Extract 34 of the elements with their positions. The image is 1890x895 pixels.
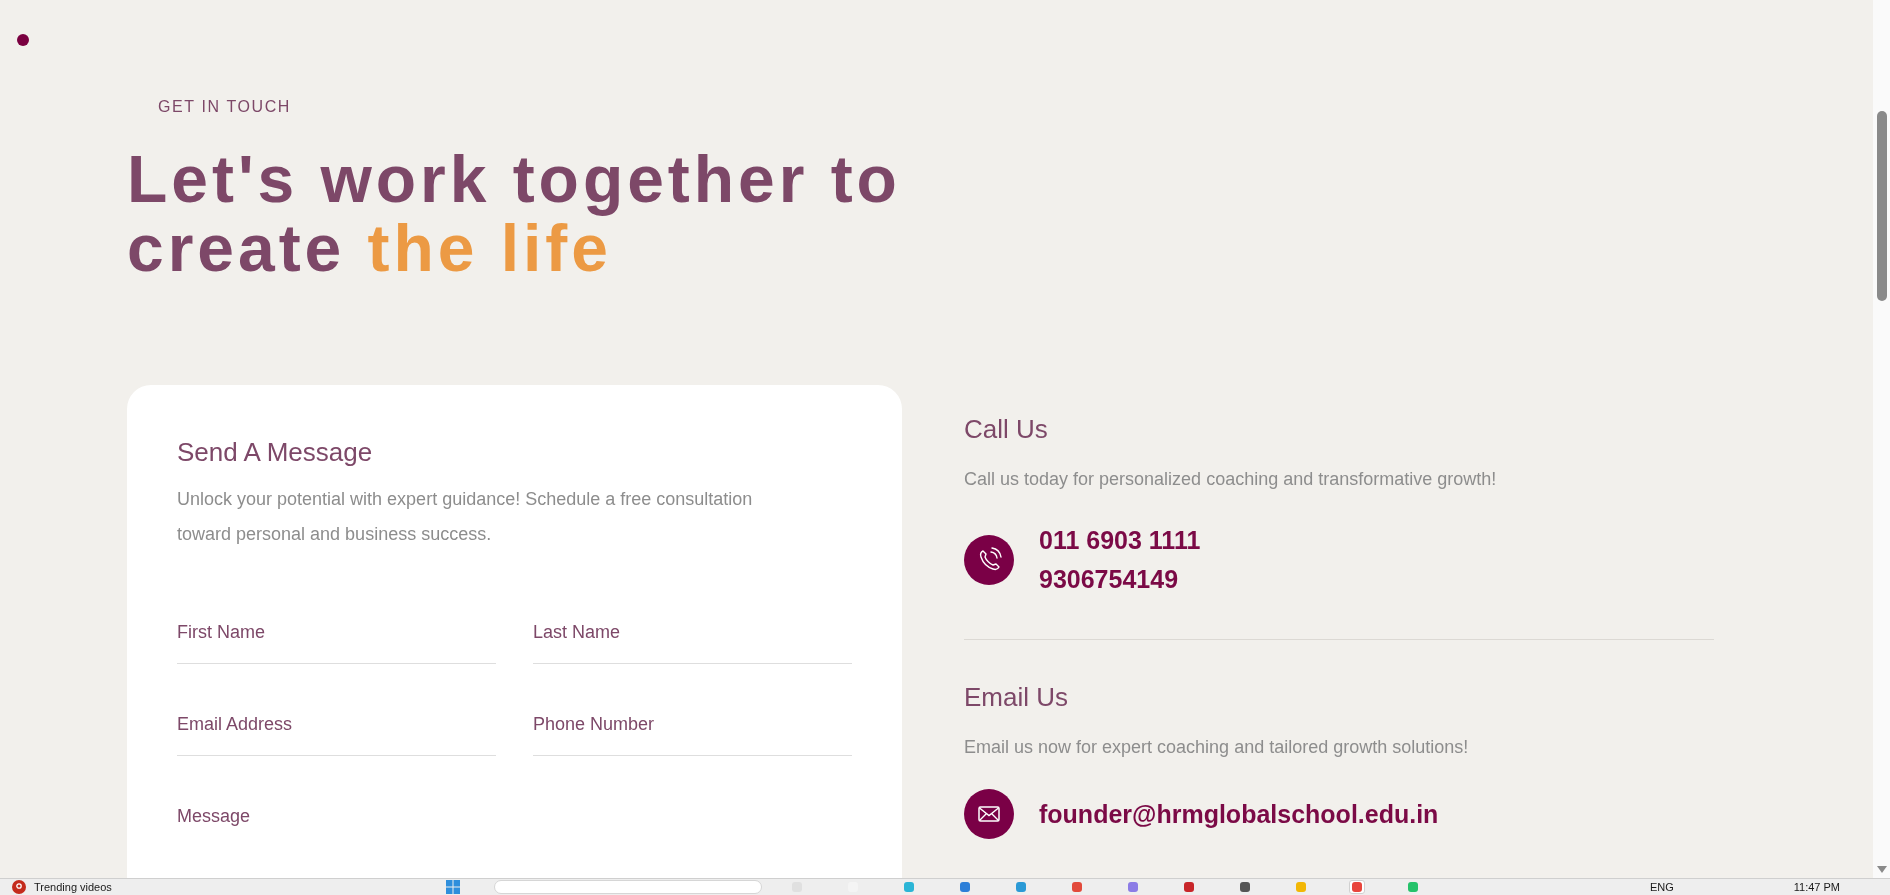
search-field[interactable] bbox=[494, 880, 762, 894]
section-title: Call Us bbox=[964, 413, 1049, 445]
input-field[interactable]: First Name bbox=[177, 620, 496, 664]
input-field[interactable]: Phone Number bbox=[533, 712, 852, 756]
phone-icon bbox=[964, 535, 1014, 585]
mail-icon bbox=[964, 789, 1014, 839]
form-title: Send A Message bbox=[177, 436, 374, 468]
section-description: Email us now for expert coaching and tailored growth solutions! bbox=[964, 736, 1470, 759]
message-field[interactable]: Message bbox=[177, 804, 852, 864]
taskbar-app-icon[interactable] bbox=[1349, 880, 1365, 894]
phone-link[interactable]: 011 6903 1111 bbox=[1039, 521, 1201, 560]
scrollbar-thumb[interactable] bbox=[1876, 111, 1887, 301]
page-heading: Let's work together to create the life bbox=[127, 145, 902, 283]
email-link[interactable]: founder@hrmglobalschool.edu.in bbox=[1039, 794, 1439, 834]
clock-label[interactable]: 11:47 PM bbox=[1793, 880, 1840, 894]
taskbar-app-icon[interactable] bbox=[957, 880, 973, 894]
section-description: Call us today for personalized coaching and transformative growth! bbox=[964, 468, 1498, 491]
scroll-down-arrow-icon[interactable] bbox=[1876, 866, 1887, 873]
section-title: Email Us bbox=[964, 681, 1069, 713]
eyebrow-label: GET IN TOUCH bbox=[158, 97, 292, 117]
taskbar-app-icon[interactable] bbox=[1069, 880, 1085, 894]
taskbar-app-icon[interactable] bbox=[1125, 880, 1141, 894]
taskbar-app-icon[interactable] bbox=[1237, 880, 1253, 894]
input-field[interactable]: Email Address bbox=[177, 712, 496, 756]
taskbar-app-icon[interactable] bbox=[1013, 880, 1029, 894]
news-widget-label[interactable]: Trending videos bbox=[34, 880, 112, 894]
phone-link[interactable]: 9306754149 bbox=[1039, 560, 1201, 599]
form-description: Unlock your potential with expert guidance! Schedule a free consultation toward personal and business success. bbox=[177, 488, 754, 546]
input-field[interactable]: Last Name bbox=[533, 620, 852, 664]
start-icon[interactable] bbox=[446, 880, 460, 894]
scrollbar[interactable] bbox=[1873, 0, 1890, 878]
taskbar-app-icon[interactable] bbox=[1181, 880, 1197, 894]
language-indicator[interactable]: ENG bbox=[1649, 880, 1674, 894]
news-badge-icon[interactable] bbox=[12, 880, 26, 894]
